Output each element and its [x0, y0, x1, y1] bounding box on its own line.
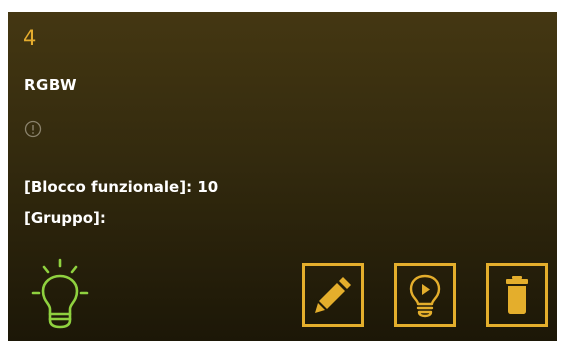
- lightbulb-play-icon: [409, 274, 441, 318]
- functional-block-value: 10: [197, 178, 219, 196]
- device-card: 4 RGBW [Blocco funzionale]: 10 [Gruppo]:: [8, 12, 557, 341]
- info-icon[interactable]: [24, 120, 42, 138]
- scene-play-button[interactable]: [394, 263, 456, 327]
- edit-button[interactable]: [302, 263, 364, 327]
- device-number: 4: [23, 26, 37, 50]
- group-label: [Gruppo]:: [24, 209, 106, 227]
- functional-block-label: [Blocco funzionale]:: [24, 178, 193, 196]
- delete-button[interactable]: [486, 263, 548, 327]
- device-name: RGBW: [24, 76, 78, 94]
- trash-icon: [506, 276, 528, 314]
- lightbulb-on-icon[interactable]: [19, 257, 102, 335]
- functional-block-row: [Blocco funzionale]: 10: [24, 180, 218, 195]
- pencil-icon: [315, 277, 351, 313]
- group-row: [Gruppo]:: [24, 211, 106, 226]
